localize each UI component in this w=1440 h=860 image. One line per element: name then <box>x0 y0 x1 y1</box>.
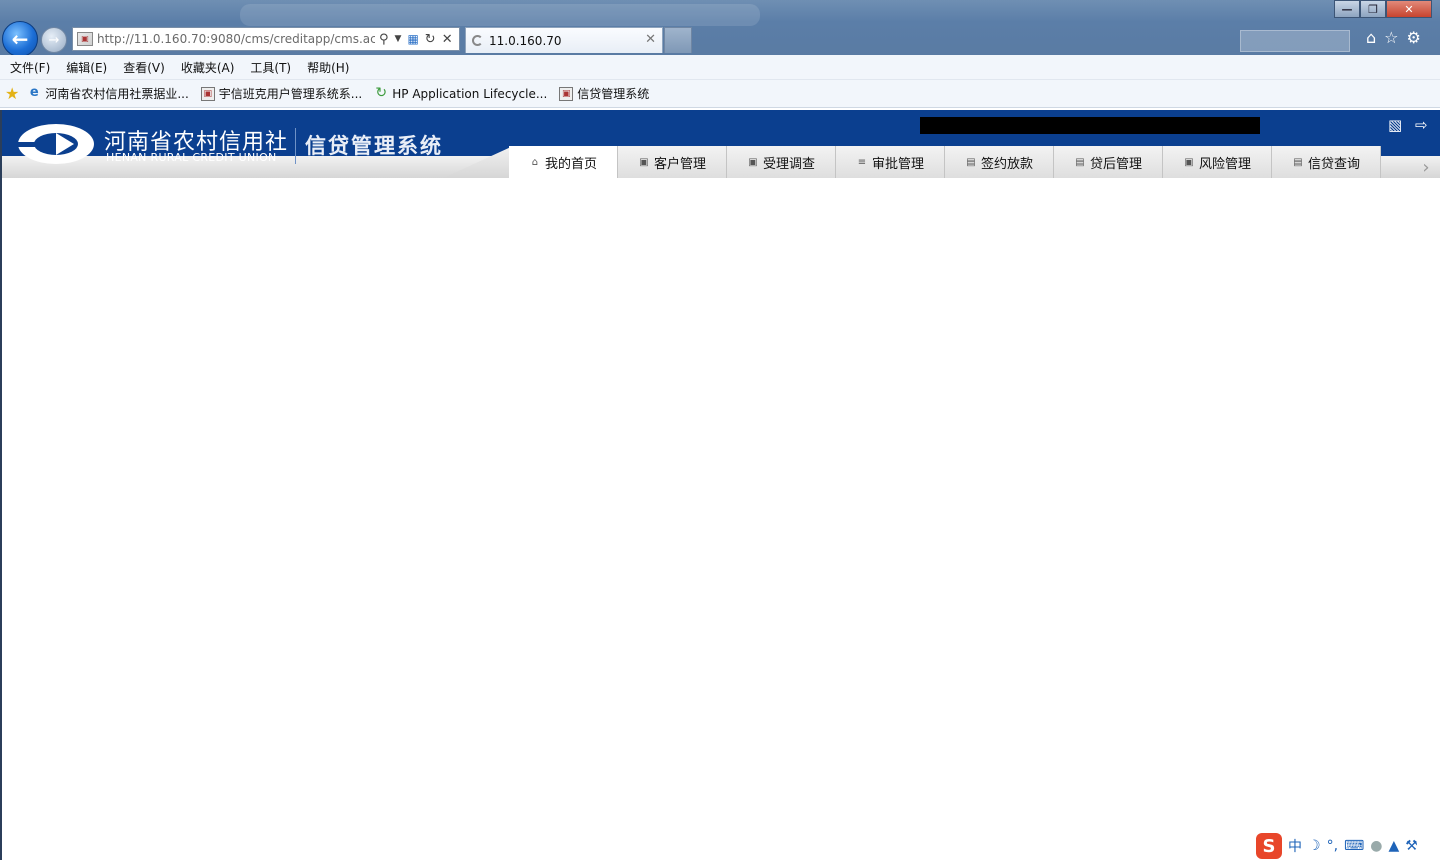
favorites-star-icon[interactable]: ★ <box>5 84 19 103</box>
nav-tab-label: 审批管理 <box>871 156 924 172</box>
nav-tab-home[interactable]: ⌂ 我的首页 <box>509 146 618 178</box>
arrow-left-icon: ← <box>11 27 29 51</box>
monitor-icon[interactable]: ▧ <box>1388 116 1402 134</box>
chevron-right-icon: › <box>1422 156 1430 178</box>
ime-mode[interactable]: 中 <box>1288 836 1302 856</box>
main-content <box>2 178 1440 860</box>
favorites-star-icon[interactable]: ☆ <box>1384 28 1398 47</box>
stop-icon[interactable]: ✕ <box>442 32 453 47</box>
favorite-item[interactable]: ↻ HP Application Lifecycle... <box>374 84 548 101</box>
survey-icon: ▣ <box>748 156 758 168</box>
home-icon[interactable]: ⌂ <box>1366 28 1376 47</box>
browser-titlebar: ← → ▣ http://11.0.160.70:9080/cms/credit… <box>0 0 1440 55</box>
favorite-label: 信贷管理系统 <box>577 87 650 101</box>
menu-favorites[interactable]: 收藏夹(A) <box>181 59 235 76</box>
home-icon: ⌂ <box>531 156 539 168</box>
customer-icon: ▣ <box>639 156 649 168</box>
menu-file[interactable]: 文件(F) <box>10 59 50 76</box>
post-loan-icon: ▤ <box>1075 156 1085 168</box>
menu-tools[interactable]: 工具(T) <box>250 59 291 76</box>
forward-button[interactable]: → <box>41 27 67 53</box>
ime-toolbar: S 中 ☽ °, ⌨ ● ▲ ⚒ <box>1256 833 1418 859</box>
favorites-bar: ★ e 河南省农村信用社票据业... ▣ 宇信班克用户管理系统系... ↻ HP… <box>0 80 1440 108</box>
favorite-item[interactable]: ▣ 宇信班克用户管理系统系... <box>200 85 363 102</box>
titlebar-search-area <box>1240 30 1350 52</box>
arrow-right-icon: → <box>48 32 60 48</box>
back-button[interactable]: ← <box>2 21 38 55</box>
browser-tab[interactable]: 11.0.160.70 ✕ <box>465 27 663 53</box>
redacted-user-info <box>920 117 1260 134</box>
close-window-button[interactable]: ✕ <box>1386 0 1432 18</box>
refresh-icon[interactable]: ↻ <box>425 32 436 47</box>
menu-help[interactable]: 帮助(H) <box>307 59 349 76</box>
nav-tab-label: 客户管理 <box>653 156 706 172</box>
favorite-item[interactable]: e 河南省农村信用社票据业... <box>27 84 189 102</box>
nav-tab-post-loan[interactable]: ▤ 贷后管理 <box>1054 146 1163 178</box>
nav-tab-contract[interactable]: ▤ 签约放款 <box>945 146 1054 178</box>
search-icon[interactable]: ⚲ <box>379 32 389 47</box>
app-window: 河南省农村信用社 HENAN RURAL CREDIT UNION 信贷管理系统… <box>0 110 1440 860</box>
new-tab-button[interactable] <box>664 27 692 53</box>
page-icon: ▣ <box>77 32 93 46</box>
nav-tab-approval[interactable]: ≡ 审批管理 <box>836 146 945 178</box>
nav-tab-label: 贷后管理 <box>1089 156 1142 172</box>
logo-divider <box>295 128 296 164</box>
favorite-label: 河南省农村信用社票据业... <box>45 87 189 101</box>
system-title: 信贷管理系统 <box>305 134 443 158</box>
user-icon[interactable]: ● <box>1370 838 1382 854</box>
close-tab-icon[interactable]: ✕ <box>645 32 656 47</box>
loading-spinner-icon <box>472 35 483 46</box>
nav-tab-label: 受理调查 <box>762 156 815 172</box>
org-name-en: HENAN RURAL CREDIT UNION <box>106 151 277 164</box>
risk-icon: ▣ <box>1184 156 1194 168</box>
contract-icon: ▤ <box>966 156 976 168</box>
rcu-logo-icon <box>18 124 94 164</box>
menu-edit[interactable]: 编辑(E) <box>66 59 107 76</box>
nav-tab-label: 信贷查询 <box>1307 156 1360 172</box>
nav-tab-label: 我的首页 <box>544 156 597 172</box>
titlebar-background <box>240 4 760 26</box>
logout-icon[interactable]: ⇨ <box>1415 116 1428 134</box>
menu-view[interactable]: 查看(V) <box>123 59 165 76</box>
address-url[interactable]: http://11.0.160.70:9080/cms/creditapp/cm… <box>97 32 375 46</box>
nav-tab-label: 风险管理 <box>1198 156 1251 172</box>
nav-tab-survey[interactable]: ▣ 受理调查 <box>727 146 836 178</box>
main-nav: ⌂ 我的首页 ▣ 客户管理 ▣ 受理调查 ≡ 审批管理 ▤ 签约放款 ▤ 贷后管… <box>509 146 1381 178</box>
compatibility-icon[interactable]: ▦ <box>407 32 418 46</box>
nav-scroll-right-button[interactable]: › <box>1412 156 1440 178</box>
nav-tab-label: 签约放款 <box>980 156 1033 172</box>
approval-icon: ≡ <box>857 156 867 168</box>
keyboard-icon[interactable]: ⌨ <box>1344 838 1364 854</box>
query-icon: ▤ <box>1293 156 1303 168</box>
favorite-label: HP Application Lifecycle... <box>392 86 548 101</box>
address-bar[interactable]: ▣ http://11.0.160.70:9080/cms/creditapp/… <box>72 27 460 51</box>
gear-icon[interactable]: ⚙ <box>1407 28 1421 47</box>
refresh-page-icon: ↻ <box>375 84 388 101</box>
minimize-button[interactable]: — <box>1334 0 1360 18</box>
tab-title: 11.0.160.70 <box>489 33 562 48</box>
app-header: 河南省农村信用社 HENAN RURAL CREDIT UNION 信贷管理系统… <box>2 110 1440 178</box>
favorite-item[interactable]: ▣ 信贷管理系统 <box>559 85 649 102</box>
nav-tab-query[interactable]: ▤ 信贷查询 <box>1272 146 1381 178</box>
favorite-label: 宇信班克用户管理系统系... <box>218 87 363 101</box>
nav-tab-customer[interactable]: ▣ 客户管理 <box>618 146 727 178</box>
nav-tab-risk[interactable]: ▣ 风险管理 <box>1163 146 1272 178</box>
menu-bar: 文件(F) 编辑(E) 查看(V) 收藏夹(A) 工具(T) 帮助(H) <box>0 55 1440 80</box>
ie-page-icon: e <box>29 84 39 100</box>
shirt-icon[interactable]: ▲ <box>1388 838 1399 854</box>
wrench-icon[interactable]: ⚒ <box>1405 838 1418 854</box>
page-icon: ▣ <box>559 86 574 101</box>
maximize-button[interactable]: ❐ <box>1360 0 1386 18</box>
sogou-logo-icon[interactable]: S <box>1256 833 1282 859</box>
moon-icon[interactable]: ☽ <box>1308 838 1321 854</box>
dropdown-arrow-icon[interactable]: ▼ <box>395 34 402 44</box>
page-icon: ▣ <box>200 86 215 101</box>
punctuation-icon[interactable]: °, <box>1327 838 1338 854</box>
